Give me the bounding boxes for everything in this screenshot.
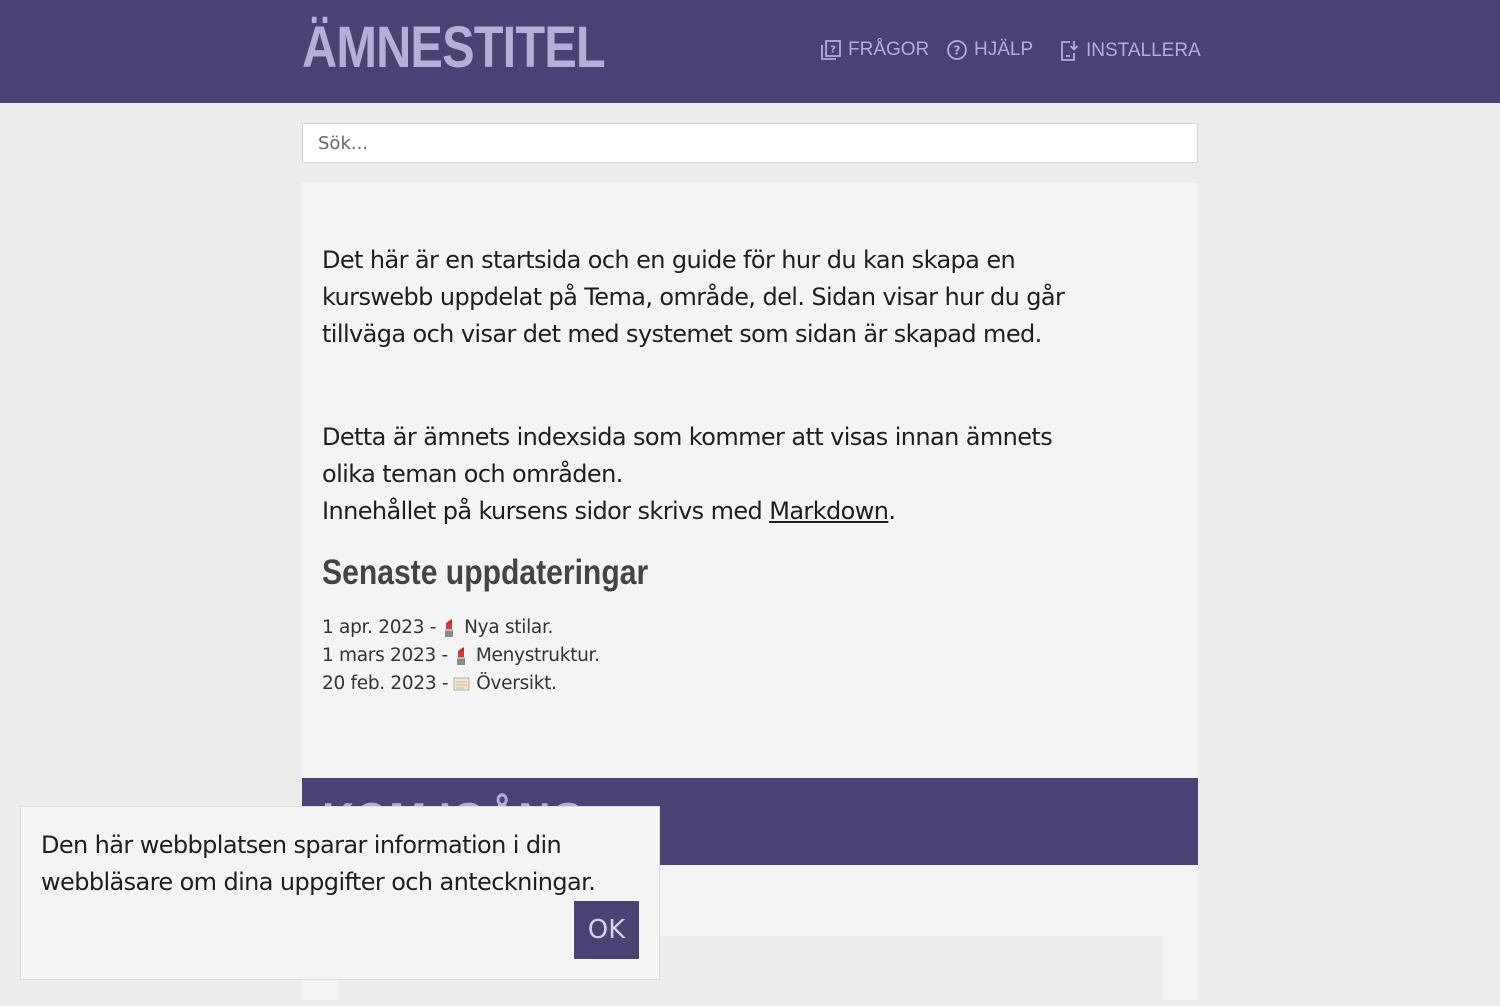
index-paragraph: Detta är ämnets indexsida som kommer att… [322, 419, 1102, 530]
updates-list: 1 apr. 2023 - Nya stilar. 1 mars 2023 - … [322, 614, 600, 698]
nav-fragor-label: FRÅGOR [848, 39, 930, 60]
scroll-icon [453, 677, 470, 691]
cookie-notice: Den här webbplatsen sparar information i… [20, 806, 660, 980]
list-item: 1 apr. 2023 - Nya stilar. [322, 614, 600, 642]
svg-text:?: ? [830, 45, 836, 56]
site-title[interactable]: ÄMNESTITEL [302, 14, 606, 81]
nav-hjalp-label: HJÄLP [974, 39, 1034, 60]
lipstick-icon [445, 619, 454, 637]
update-date: 20 feb. 2023 - [322, 673, 449, 694]
search-input[interactable] [302, 123, 1198, 163]
cookie-notice-text: Den här webbplatsen sparar information i… [41, 831, 596, 896]
update-text: Menystruktur. [475, 645, 600, 666]
main-content: Det här är en startsida och en guide för… [302, 183, 1198, 778]
update-text: Översikt. [476, 673, 557, 694]
nav-fragor[interactable]: ? FRÅGOR [820, 39, 929, 61]
help-circle-icon: ? [947, 40, 967, 60]
nav-hjalp[interactable]: ? HJÄLP [946, 39, 1033, 61]
nav-installera[interactable]: INSTALLERA [1058, 39, 1201, 63]
markdown-link[interactable]: Markdown [769, 497, 889, 525]
intro-paragraph: Det här är en startsida och en guide för… [322, 246, 1065, 348]
content-line-prefix: Innehållet på kursens sidor skrivs med [322, 497, 770, 525]
update-date: 1 apr. 2023 - [322, 617, 437, 638]
update-date: 1 mars 2023 - [322, 645, 448, 666]
install-icon [1061, 41, 1079, 61]
content-line-suffix: . [888, 497, 896, 525]
nav-installera-label: INSTALLERA [1086, 40, 1201, 61]
list-item: 1 mars 2023 - Menystruktur. [322, 642, 600, 670]
updates-heading: Senaste uppdateringar [322, 553, 649, 592]
lipstick-icon [456, 647, 465, 665]
top-bar: ÄMNESTITEL ? FRÅGOR ? HJÄLP INSTALLERA [0, 0, 1500, 103]
list-item: 20 feb. 2023 - Översikt. [322, 670, 600, 698]
cookie-ok-button[interactable]: OK [574, 901, 639, 959]
svg-text:?: ? [954, 44, 961, 58]
index-line: Detta är ämnets indexsida som kommer att… [322, 423, 1053, 488]
questions-icon: ? [821, 40, 841, 60]
update-text: Nya stilar. [464, 617, 554, 638]
